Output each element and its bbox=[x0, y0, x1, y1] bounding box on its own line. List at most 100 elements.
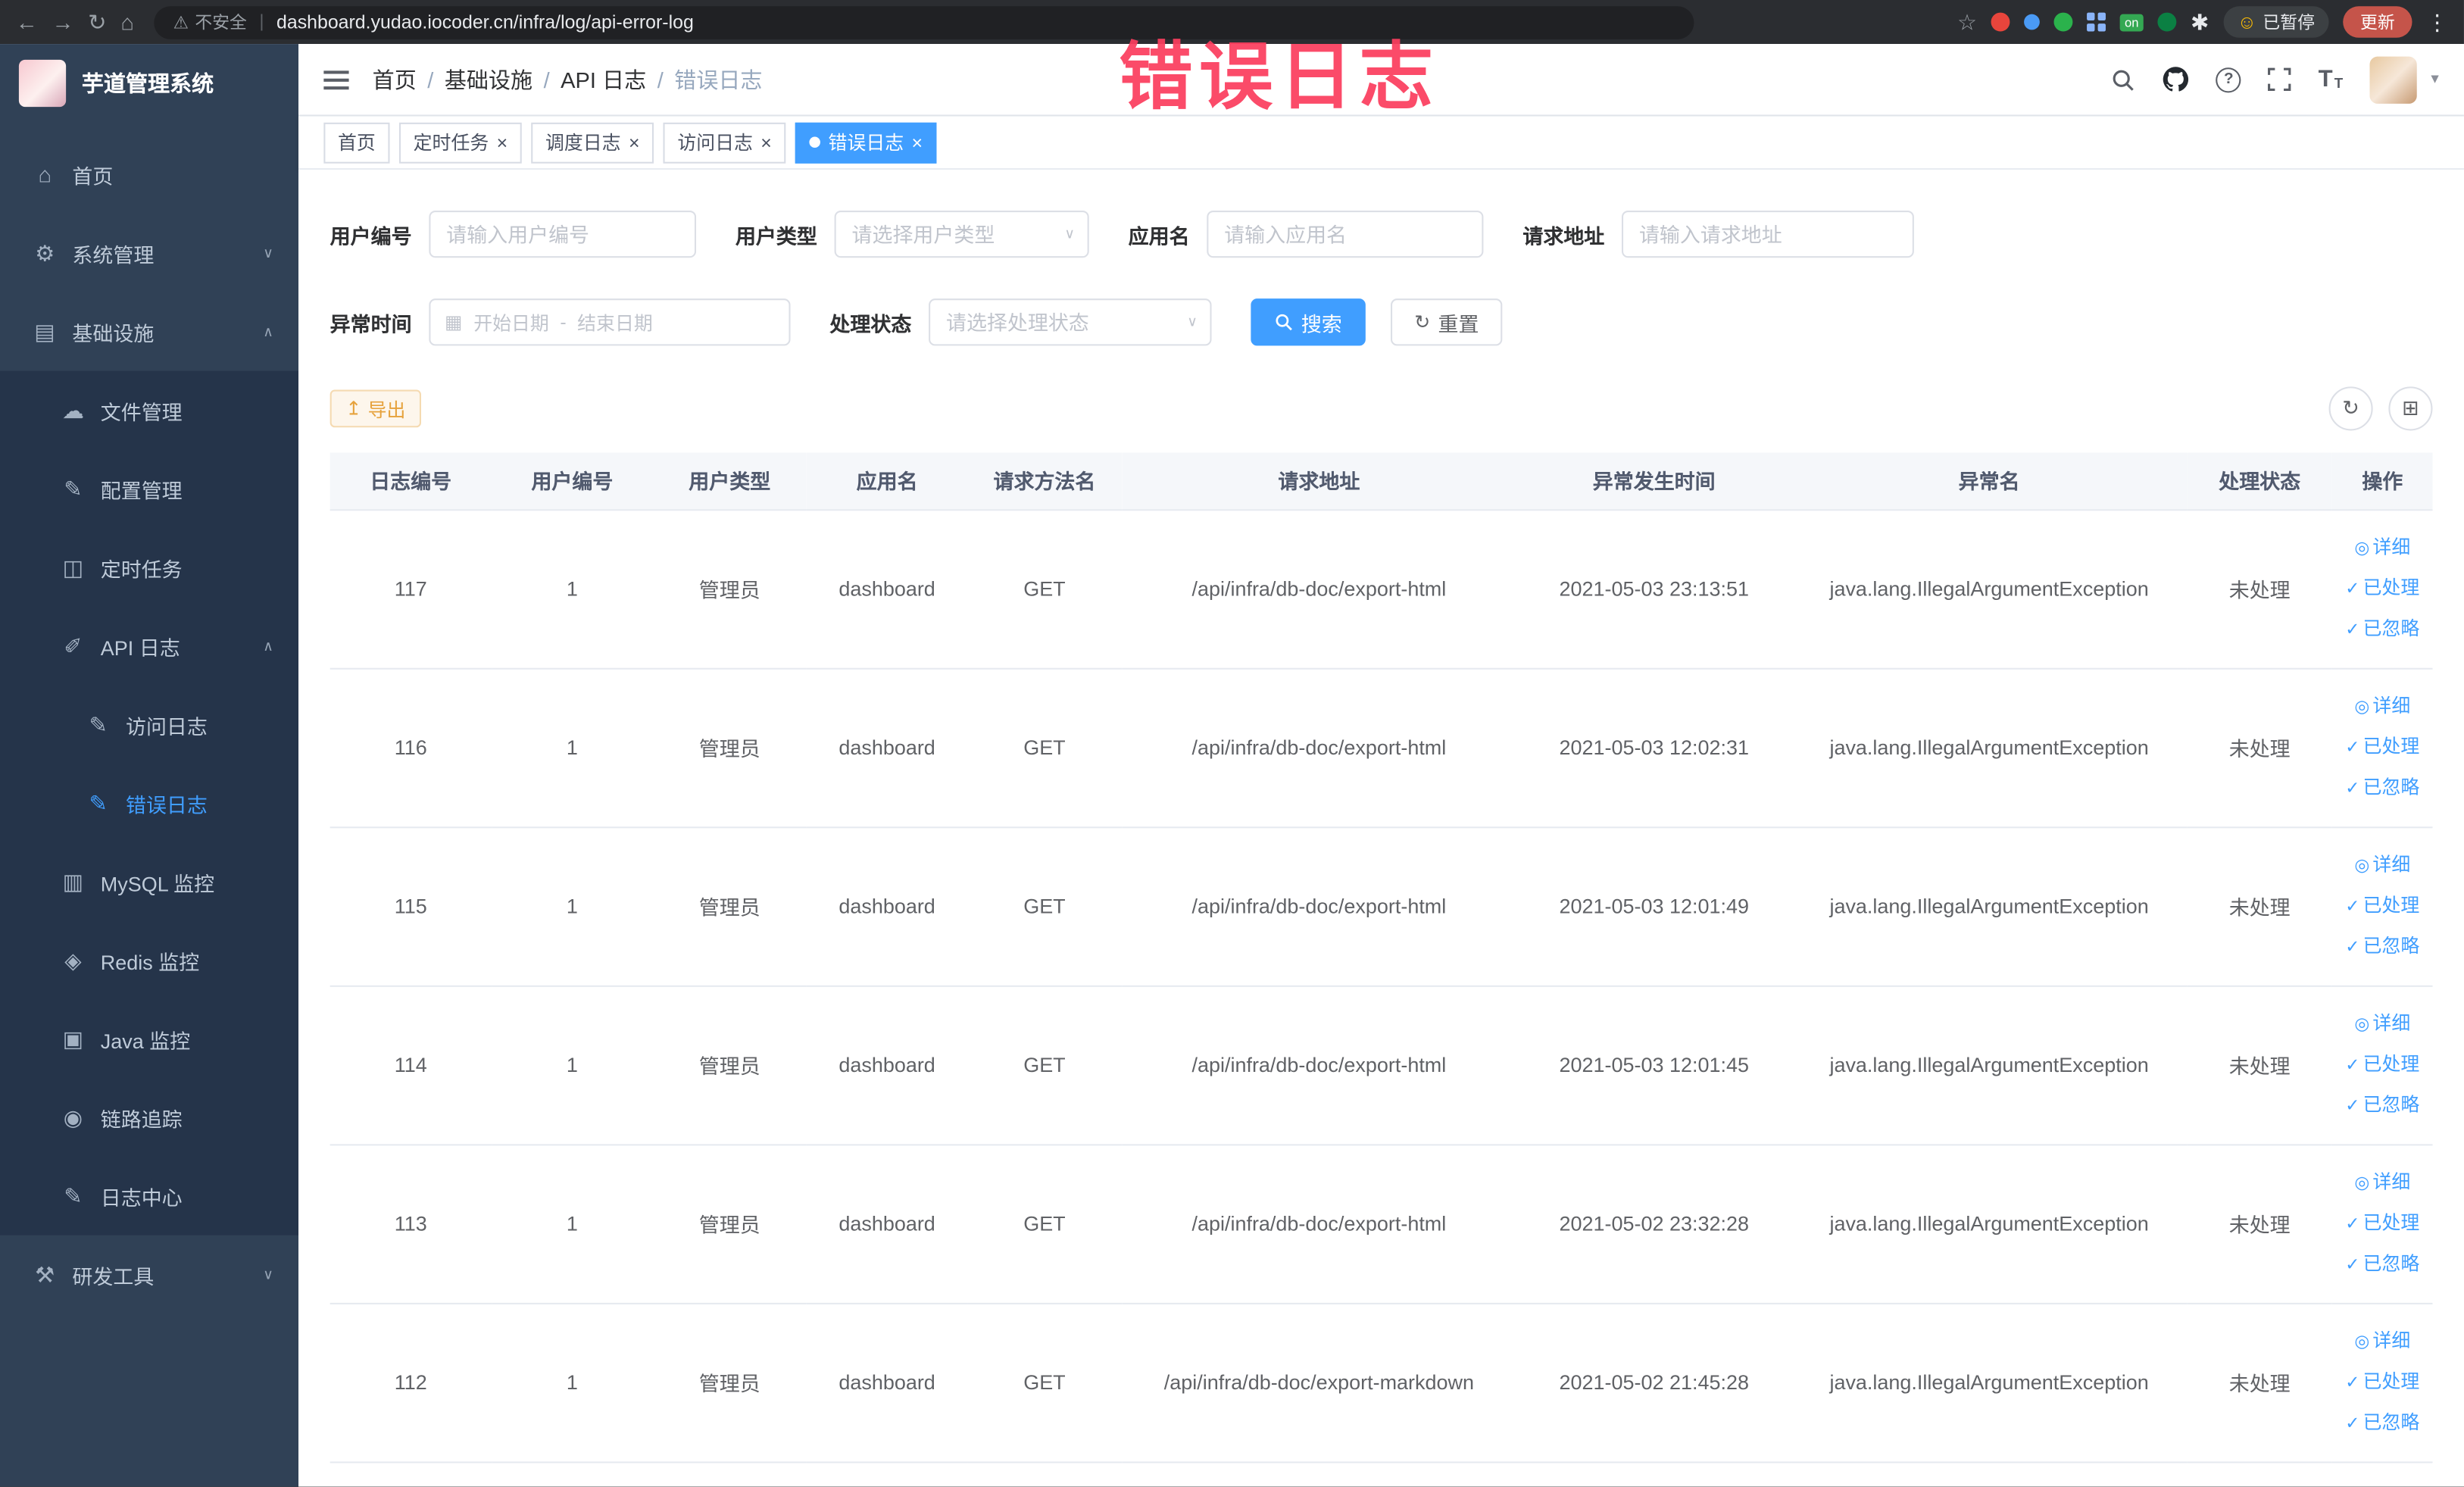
close-icon[interactable]: × bbox=[497, 133, 508, 152]
sidebar-item-file-management[interactable]: ☁ 文件管理 bbox=[0, 371, 298, 450]
mark-ignored-link[interactable]: ✓ 已忽略 bbox=[2338, 609, 2426, 650]
tab-access-log[interactable]: 访问日志 × bbox=[663, 121, 786, 163]
mark-processed-link[interactable]: ✓ 已处理 bbox=[2338, 727, 2426, 768]
help-icon[interactable]: ? bbox=[2216, 67, 2241, 92]
tab-scheduled-jobs[interactable]: 定时任务 × bbox=[398, 121, 522, 163]
user-id-input[interactable] bbox=[429, 210, 697, 258]
browser-back-icon[interactable]: ← bbox=[16, 11, 38, 33]
mark-processed-link[interactable]: ✓ 已处理 bbox=[2338, 1203, 2426, 1244]
tab-schedule-log[interactable]: 调度日志 × bbox=[531, 121, 654, 163]
close-icon[interactable]: × bbox=[760, 133, 772, 152]
sidebar-item-api-log[interactable]: ✐ API 日志 ∧ bbox=[0, 607, 298, 686]
mark-ignored-link[interactable]: ✓ 已忽略 bbox=[2338, 767, 2426, 808]
mark-ignored-link[interactable]: ✓ 已忽略 bbox=[2338, 1244, 2426, 1285]
sidebar-item-log-center[interactable]: ✎ 日志中心 bbox=[0, 1157, 298, 1236]
sidebar-item-redis-monitor[interactable]: ◈ Redis 监控 bbox=[0, 921, 298, 1000]
sidebar-item-label: API 日志 bbox=[100, 636, 180, 660]
detail-link[interactable]: ◎ 详细 bbox=[2338, 686, 2426, 727]
breadcrumb: 首页 / 基础设施 / API 日志 / 错误日志 bbox=[373, 64, 763, 95]
sidebar-item-mysql-monitor[interactable]: ▥ MySQL 监控 bbox=[0, 842, 298, 921]
mark-ignored-link[interactable]: ✓ 已忽略 bbox=[2338, 926, 2426, 967]
breadcrumb-item[interactable]: 基础设施 bbox=[445, 64, 532, 95]
mark-ignored-link[interactable]: ✓ 已忽略 bbox=[2338, 1086, 2426, 1126]
avatar-caret-icon[interactable]: ▾ bbox=[2431, 70, 2438, 88]
sidebar-item-trace[interactable]: ◉ 链路追踪 bbox=[0, 1078, 298, 1157]
sidebar-item-system[interactable]: ⚙ 系统管理 ∨ bbox=[0, 214, 298, 292]
page-content: 用户编号 用户类型 ∨ 应用名 请 bbox=[298, 170, 2464, 1487]
cell-status: 未处理 bbox=[2187, 509, 2333, 669]
user-type-select[interactable] bbox=[834, 210, 1089, 258]
detail-link[interactable]: ◎ 详细 bbox=[2338, 1162, 2426, 1203]
sidebar-item-label: Redis 监控 bbox=[100, 950, 200, 974]
app-logo[interactable]: 芋道管理系统 bbox=[0, 44, 298, 123]
sidebar-item-java-monitor[interactable]: ▣ Java 监控 bbox=[0, 999, 298, 1078]
browser-reload-icon[interactable]: ↻ bbox=[88, 11, 106, 33]
font-size-icon[interactable]: TT bbox=[2319, 67, 2344, 91]
column-settings-button[interactable]: ⊞ bbox=[2388, 386, 2433, 431]
browser-menu-kebab-icon[interactable]: ⋮ bbox=[2426, 11, 2448, 33]
mark-processed-link[interactable]: ✓ 已处理 bbox=[2338, 886, 2426, 926]
refresh-button[interactable]: ↻ bbox=[2328, 386, 2373, 431]
detail-link[interactable]: ◎ 详细 bbox=[2338, 1004, 2426, 1045]
browser-update-button[interactable]: 更新 bbox=[2343, 6, 2412, 38]
address-bar[interactable]: ⚠ 不安全 | dashboard.yudao.iocoder.cn/infra… bbox=[154, 5, 1694, 39]
sidebar-item-access-log[interactable]: ✎ 访问日志 bbox=[0, 686, 298, 764]
table-row: 113 1 管理员 dashboard GET /api/infra/db-do… bbox=[329, 1144, 2433, 1304]
github-icon[interactable] bbox=[2163, 66, 2189, 92]
cell-log-id: 117 bbox=[329, 509, 492, 669]
export-button-label: 导出 bbox=[367, 398, 406, 420]
eye-icon: ◎ bbox=[2354, 697, 2370, 716]
browser-right-cluster: ☆ on ✱ ☺ 已暂停 更新 ⋮ bbox=[1957, 6, 2448, 38]
mark-processed-link[interactable]: ✓ 已处理 bbox=[2338, 568, 2426, 609]
profile-paused-pill[interactable]: ☺ 已暂停 bbox=[2223, 6, 2329, 38]
sidebar-item-label: 错误日志 bbox=[125, 792, 208, 817]
date-range-picker[interactable]: ▦ 开始日期 - 结束日期 bbox=[429, 298, 791, 346]
extension-icon-leaf[interactable] bbox=[2157, 12, 2177, 32]
col-log-id: 日志编号 bbox=[329, 452, 492, 511]
browser-home-icon[interactable]: ⌂ bbox=[120, 11, 134, 33]
breadcrumb-item[interactable]: API 日志 bbox=[561, 64, 646, 95]
extension-grid-icon[interactable] bbox=[2087, 12, 2106, 32]
app-name-input[interactable] bbox=[1207, 210, 1484, 258]
profile-smiley-icon: ☺ bbox=[2237, 11, 2257, 33]
browser-forward-icon[interactable]: → bbox=[52, 11, 73, 33]
extension-icon-blue[interactable] bbox=[2024, 14, 2041, 30]
close-icon[interactable]: × bbox=[912, 133, 923, 152]
sidebar-item-error-log[interactable]: ✎ 错误日志 bbox=[0, 764, 298, 842]
request-url-input[interactable] bbox=[1622, 210, 1914, 258]
breadcrumb-separator: / bbox=[543, 67, 550, 92]
sidebar-item-config-management[interactable]: ✎ 配置管理 bbox=[0, 449, 298, 528]
cell-method: GET bbox=[967, 1144, 1122, 1304]
extension-on-badge[interactable]: on bbox=[2119, 13, 2144, 31]
sidebar-toggle-icon[interactable] bbox=[323, 70, 349, 89]
sidebar-item-scheduled-jobs[interactable]: ◫ 定时任务 bbox=[0, 528, 298, 607]
grid-icon: ⊞ bbox=[2402, 395, 2419, 420]
fullscreen-icon[interactable] bbox=[2268, 67, 2291, 91]
tab-label: 定时任务 bbox=[413, 132, 489, 155]
bookmark-star-icon[interactable]: ☆ bbox=[1957, 11, 1977, 33]
extension-icon-red[interactable] bbox=[1991, 12, 2010, 32]
detail-link[interactable]: ◎ 详细 bbox=[2338, 527, 2426, 568]
detail-link[interactable]: ◎ 详细 bbox=[2338, 1321, 2426, 1362]
tab-home[interactable]: 首页 bbox=[323, 121, 390, 163]
tab-error-log[interactable]: 错误日志 × bbox=[795, 121, 937, 163]
export-button[interactable]: ↥ 导出 bbox=[329, 389, 422, 428]
mark-processed-link[interactable]: ✓ 已处理 bbox=[2338, 1045, 2426, 1086]
user-avatar[interactable] bbox=[2369, 55, 2417, 103]
mark-ignored-link[interactable]: ✓ 已忽略 bbox=[2338, 1403, 2426, 1444]
close-icon[interactable]: × bbox=[629, 133, 640, 152]
sidebar-item-dev-tools[interactable]: ⚒ 研发工具 ∨ bbox=[0, 1236, 298, 1314]
extension-icon-green[interactable] bbox=[2053, 12, 2073, 32]
process-status-select[interactable] bbox=[929, 298, 1212, 346]
security-warning[interactable]: ⚠ 不安全 bbox=[173, 9, 247, 34]
reset-button[interactable]: ↻ 重置 bbox=[1391, 298, 1503, 346]
extension-asterisk-icon[interactable]: ✱ bbox=[2191, 11, 2209, 33]
detail-link[interactable]: ◎ 详细 bbox=[2338, 845, 2426, 886]
sidebar-item-home[interactable]: ⌂ 首页 bbox=[0, 135, 298, 214]
breadcrumb-item[interactable]: 首页 bbox=[373, 64, 417, 95]
sidebar-item-infra[interactable]: ▤ 基础设施 ∧ bbox=[0, 292, 298, 371]
search-icon[interactable] bbox=[2111, 67, 2136, 92]
search-button[interactable]: 搜索 bbox=[1251, 298, 1366, 346]
mark-processed-link[interactable]: ✓ 已处理 bbox=[2338, 1362, 2426, 1403]
ignored-label: 已忽略 bbox=[2363, 1251, 2420, 1274]
